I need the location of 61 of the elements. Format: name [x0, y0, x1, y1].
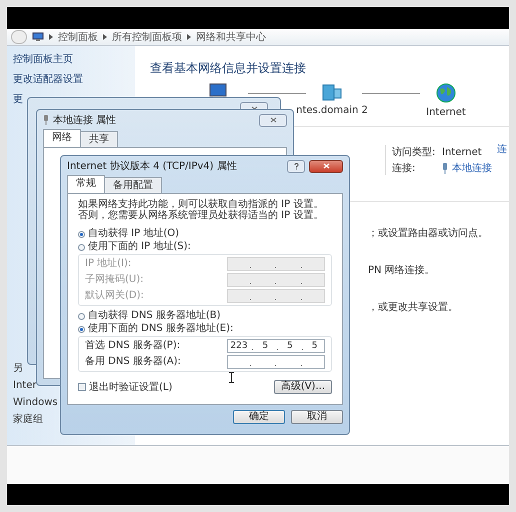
globe-icon	[436, 83, 456, 103]
help-button[interactable]	[287, 160, 305, 172]
network-label: ntes.domain 2	[296, 105, 368, 116]
help-icon	[294, 162, 298, 170]
field-label: 访问类型:	[392, 146, 436, 159]
field-label: 连接:	[392, 162, 416, 175]
sidebar-link[interactable]: 家庭组	[13, 414, 43, 426]
advanced-button[interactable]: 高级(V)...	[274, 380, 332, 394]
sidebar-link[interactable]: 另	[13, 363, 23, 375]
dialog-title: 本地连接 属性	[53, 114, 118, 127]
ip-address-field[interactable]: 223 5 5 5	[227, 339, 325, 353]
field-label: 子网掩码(U):	[85, 274, 144, 286]
field-label: 首选 DNS 服务器(P):	[85, 340, 180, 352]
chevron-icon	[49, 34, 53, 40]
tab[interactable]: 网络	[43, 129, 81, 147]
sidebar-link[interactable]: 更改适配器设置	[13, 74, 83, 86]
sidebar-link[interactable]: Inter	[13, 380, 36, 392]
tab[interactable]: 备用配置	[104, 177, 162, 193]
breadcrumb-item[interactable]: 控制面板	[58, 30, 98, 44]
task-text: PN 网络连接。	[368, 264, 436, 277]
close-button[interactable]	[309, 160, 343, 172]
dialog-title: Internet 协议版本 4 (TCP/IPv4) 属性	[67, 160, 238, 173]
sidebar-link[interactable]: 更	[13, 94, 23, 106]
sidebar-link[interactable]: Windows	[13, 397, 58, 409]
sidebar-link[interactable]: 控制面板主页	[13, 54, 73, 66]
radio-option[interactable]: 自动获得 IP 地址(O)	[78, 228, 332, 240]
connection-link[interactable]: 本地连接	[452, 161, 492, 175]
task-text: ，或更改共享设置。	[368, 300, 459, 314]
chevron-icon	[103, 34, 107, 40]
computer-icon	[32, 32, 44, 42]
task-text: ；或设置路由器或访问点。	[368, 226, 489, 240]
field-label: 默认网关(D):	[85, 290, 144, 302]
tab[interactable]: 共享	[80, 131, 118, 147]
dialog-button[interactable]: 确定	[233, 410, 285, 424]
radio-option[interactable]: 使用下面的 DNS 服务器地址(E):	[78, 323, 332, 335]
link-text[interactable]: 连	[497, 142, 507, 156]
page-title: 查看基本网络信息并设置连接	[150, 60, 307, 77]
plug-icon	[43, 115, 49, 125]
field-label: 备用 DNS 服务器(A):	[85, 356, 181, 368]
plug-icon	[442, 162, 448, 174]
ip-address-field[interactable]	[227, 355, 325, 369]
radio-option[interactable]: 使用下面的 IP 地址(S):	[78, 241, 332, 253]
close-button[interactable]	[259, 114, 287, 126]
description-text: 如果网络支持此功能，则可以获取自动指派的 IP 设置。否则，您需要从网络系统管理员处获得适当的 IP 设置。	[78, 199, 324, 221]
dialog-button[interactable]: 取消	[291, 410, 343, 424]
radio-option[interactable]: 自动获得 DNS 服务器地址(B)	[78, 310, 332, 322]
network-label: Internet	[426, 107, 466, 118]
close-icon	[270, 117, 276, 123]
back-button[interactable]	[11, 30, 27, 44]
text-cursor-icon	[229, 372, 234, 383]
breadcrumb-item[interactable]: 所有控制面板项	[112, 30, 182, 44]
close-icon	[322, 163, 330, 169]
address-bar[interactable]: 控制面板 所有控制面板项 网络和共享中心	[7, 29, 509, 46]
breadcrumb-item[interactable]: 网络和共享中心	[196, 30, 266, 44]
close-icon	[250, 106, 258, 112]
checkbox-option[interactable]: 退出时验证设置(L)	[78, 380, 172, 394]
field-label: IP 地址(I):	[85, 258, 132, 270]
tab[interactable]: 常规	[67, 175, 105, 193]
chevron-icon	[187, 34, 191, 40]
field-value: Internet	[442, 146, 482, 158]
server-icon	[322, 83, 342, 101]
